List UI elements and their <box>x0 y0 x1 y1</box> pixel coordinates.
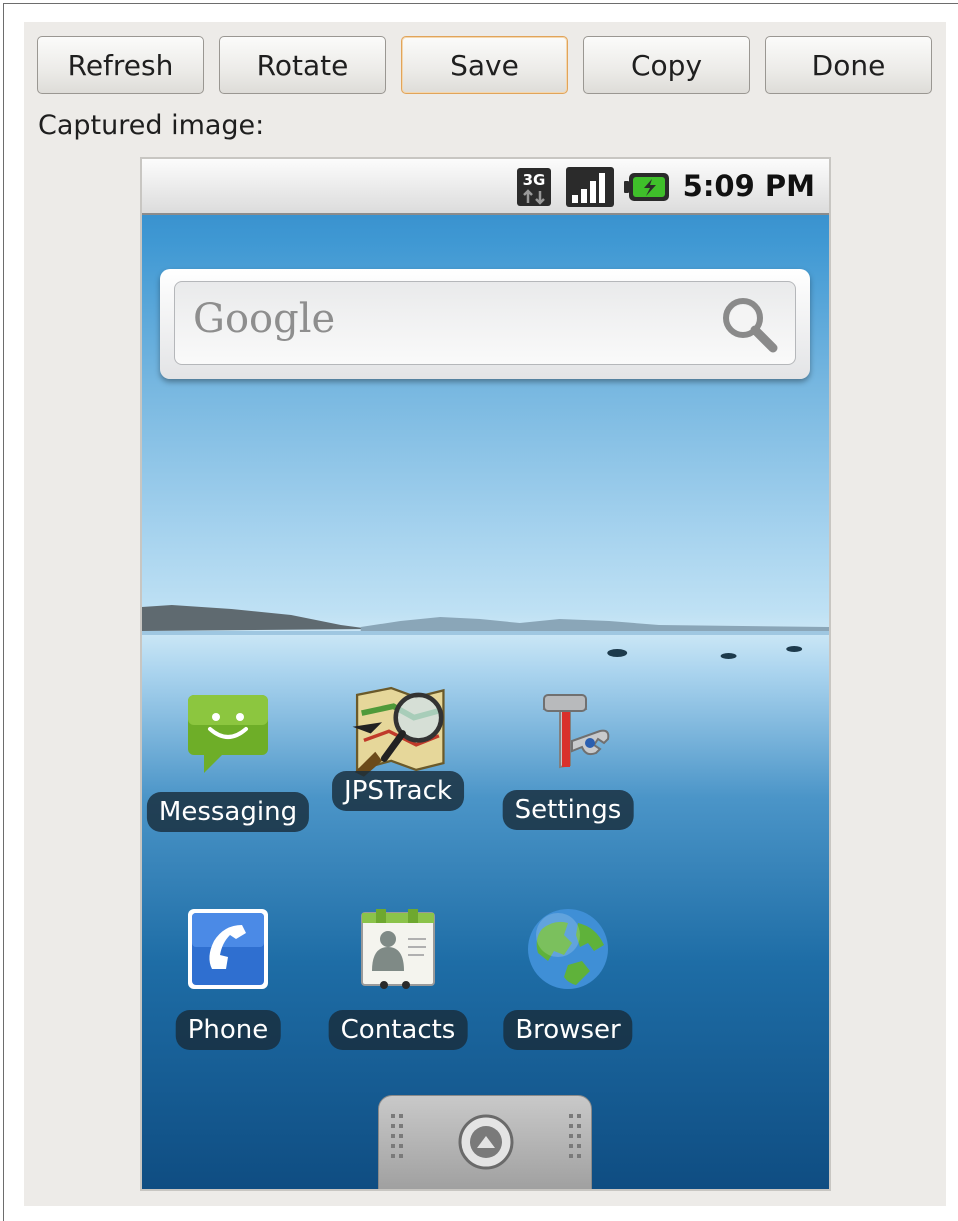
app-label-jpstrack: JPSTrack <box>332 771 464 811</box>
app-label-browser: Browser <box>503 1010 633 1050</box>
signal-strength-icon <box>566 167 614 207</box>
status-bar: 3G 5:09 PM <box>142 159 829 215</box>
app-jpstrack[interactable]: JPSTrack <box>318 679 478 827</box>
jpstrack-icon <box>352 686 445 777</box>
browser-icon <box>528 909 608 989</box>
app-phone[interactable]: Phone <box>148 905 308 1053</box>
toolbar: Refresh Rotate Save Copy Done <box>37 36 937 96</box>
app-settings[interactable]: Settings <box>488 687 648 835</box>
status-time: 5:09 PM <box>682 169 815 203</box>
done-button[interactable]: Done <box>765 36 932 94</box>
google-logo: Google <box>193 296 336 342</box>
messaging-icon <box>188 695 268 773</box>
battery-charging-icon <box>624 173 669 201</box>
copy-button[interactable]: Copy <box>583 36 750 94</box>
svg-text:3G: 3G <box>523 171 546 189</box>
app-label-phone: Phone <box>175 1010 281 1050</box>
app-label-settings: Settings <box>502 790 634 830</box>
wallpaper-horizon <box>142 605 829 659</box>
google-search-box[interactable]: Google <box>174 281 796 365</box>
captured-screenshot: 3G 5:09 PM Google Messaging JPSTrack Set… <box>140 157 831 1191</box>
google-search-widget: Google <box>160 269 810 379</box>
capture-dialog: Refresh Rotate Save Copy Done Captured i… <box>3 3 958 1221</box>
save-button[interactable]: Save <box>401 36 568 94</box>
app-label-messaging: Messaging <box>146 792 310 832</box>
app-drawer-handle[interactable] <box>378 1095 592 1189</box>
app-contacts[interactable]: Contacts <box>318 905 478 1053</box>
dialog-panel: Refresh Rotate Save Copy Done Captured i… <box>24 22 946 1206</box>
phone-icon <box>188 909 268 989</box>
app-drawer-icon <box>391 1114 581 1170</box>
settings-icon <box>542 694 610 769</box>
rotate-button[interactable]: Rotate <box>219 36 386 94</box>
app-browser[interactable]: Browser <box>488 905 648 1053</box>
app-messaging[interactable]: Messaging <box>146 689 310 837</box>
app-label-contacts: Contacts <box>328 1010 468 1050</box>
search-icon[interactable] <box>717 292 781 356</box>
3g-icon: 3G <box>517 168 551 206</box>
contacts-icon <box>361 909 435 989</box>
captured-image-label: Captured image: <box>38 110 265 141</box>
refresh-button[interactable]: Refresh <box>37 36 204 94</box>
